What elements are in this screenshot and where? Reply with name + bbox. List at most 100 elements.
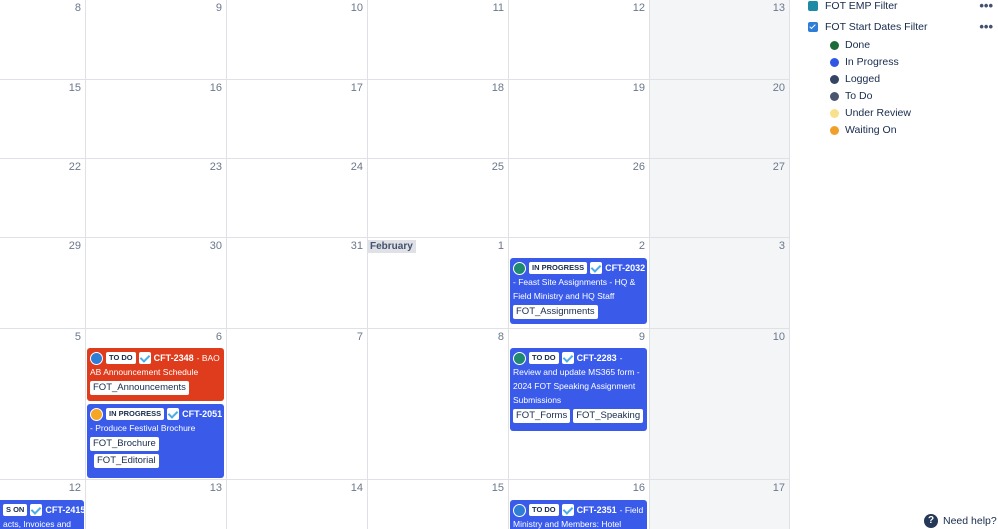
day-cell[interactable]: 26 bbox=[509, 159, 650, 238]
need-help-button[interactable]: ? Need help? bbox=[924, 514, 997, 528]
day-cell[interactable]: 24 bbox=[227, 159, 368, 238]
day-cell[interactable]: 27 bbox=[650, 159, 790, 238]
day-cell[interactable]: 18 bbox=[368, 80, 509, 159]
issue-key[interactable]: CFT-2348 bbox=[154, 351, 194, 365]
day-cell[interactable]: 17 bbox=[227, 80, 368, 159]
event-title: Ministry and Members: Hotel bbox=[513, 519, 622, 529]
filter-item-fot-emp[interactable]: FOT EMP Filter ••• bbox=[808, 0, 993, 13]
day-cell[interactable]: 3 bbox=[650, 238, 790, 329]
day-cell[interactable]: 8 bbox=[0, 0, 86, 80]
day-cell[interactable]: 15 bbox=[0, 80, 86, 159]
day-cell[interactable]: 10 bbox=[227, 0, 368, 80]
day-number: 5 bbox=[74, 331, 81, 343]
help-label: Need help? bbox=[943, 515, 997, 527]
filter-checkbox[interactable] bbox=[808, 21, 818, 32]
day-number: 31 bbox=[350, 240, 363, 252]
day-number: 9 bbox=[638, 331, 645, 343]
more-actions-icon[interactable]: ••• bbox=[979, 19, 993, 34]
status-badge: TO DO bbox=[529, 352, 559, 364]
day-cell[interactable]: 11 bbox=[368, 0, 509, 80]
day-number: 9 bbox=[215, 2, 222, 14]
status-badge: IN PROGRESS bbox=[106, 408, 165, 420]
day-cell[interactable]: 23 bbox=[86, 159, 227, 238]
event-title-inline: - bbox=[619, 353, 623, 363]
day-number: 15 bbox=[68, 82, 81, 94]
legend-item-done: Done bbox=[830, 39, 870, 51]
calendar-grid: 8 9 10 11 12 13 15 16 17 18 19 20 22 23 … bbox=[0, 0, 790, 529]
day-number: 24 bbox=[350, 161, 363, 173]
day-cell[interactable]: 7 bbox=[227, 329, 368, 480]
month-label: February bbox=[367, 240, 416, 253]
legend-label: In Progress bbox=[845, 56, 899, 68]
day-cell[interactable]: 20 bbox=[650, 80, 790, 159]
event-title: - Produce Festival Brochure bbox=[90, 423, 196, 433]
event-card[interactable]: TO DO CFT-2348 - BAO AB Announcement Sch… bbox=[87, 348, 224, 401]
issue-key[interactable]: CFT-2032 bbox=[605, 261, 645, 275]
task-type-icon bbox=[561, 352, 574, 364]
day-cell[interactable]: 30 bbox=[86, 238, 227, 329]
day-number: 2 bbox=[638, 240, 645, 252]
status-dot-icon bbox=[830, 108, 839, 118]
event-title: Review and update MS365 form - 2024 FOT … bbox=[513, 367, 640, 405]
day-number: 6 bbox=[215, 331, 222, 343]
legend-label: Waiting On bbox=[845, 124, 897, 136]
filter-color-swatch[interactable] bbox=[808, 0, 818, 11]
issue-key[interactable]: CFT-2351 bbox=[577, 503, 617, 517]
event-card[interactable]: IN PROGRESS CFT-2032 - Feast Site Assign… bbox=[510, 258, 647, 324]
event-card[interactable]: IN PROGRESS CFT-2051 - Produce Festival … bbox=[87, 404, 224, 478]
event-title-inline: - Field bbox=[619, 505, 644, 515]
event-card[interactable]: S ON CFT-2415 - acts, Invoices and bbox=[0, 500, 84, 529]
day-cell[interactable]: 16 bbox=[86, 80, 227, 159]
legend-item-waiting-on: Waiting On bbox=[830, 124, 897, 136]
day-number: 3 bbox=[778, 240, 785, 252]
legend-label: To Do bbox=[845, 90, 873, 102]
legend-item-under-review: Under Review bbox=[830, 107, 911, 119]
event-title: AB Announcement Schedule bbox=[90, 367, 199, 377]
issue-key[interactable]: CFT-2283 bbox=[577, 351, 617, 365]
day-cell[interactable]: 29 bbox=[0, 238, 86, 329]
day-cell[interactable]: 13 bbox=[650, 0, 790, 80]
day-number: 22 bbox=[68, 161, 81, 173]
event-title: - Feast Site Assignments - HQ & Field Mi… bbox=[513, 277, 636, 301]
day-number: 16 bbox=[209, 82, 222, 94]
day-cell[interactable]: 12 bbox=[509, 0, 650, 80]
day-cell[interactable]: 15 bbox=[368, 480, 509, 529]
day-cell[interactable]: 5 bbox=[0, 329, 86, 480]
status-dot-icon bbox=[830, 40, 839, 50]
filter-name: FOT EMP Filter bbox=[825, 0, 898, 12]
issue-label: FOT_Speaking bbox=[573, 409, 644, 423]
issue-key[interactable]: CFT-2415 bbox=[45, 503, 84, 517]
assignee-avatar bbox=[513, 351, 526, 365]
day-cell[interactable]: 31 bbox=[227, 238, 368, 329]
legend-label: Done bbox=[845, 39, 871, 51]
more-actions-icon[interactable]: ••• bbox=[979, 0, 993, 13]
status-badge: TO DO bbox=[106, 352, 136, 364]
legend-item-logged: Logged bbox=[830, 73, 880, 85]
task-type-icon bbox=[138, 352, 151, 364]
day-cell[interactable]: 10 bbox=[650, 329, 790, 480]
day-cell[interactable]: 8 bbox=[368, 329, 509, 480]
day-cell[interactable]: 22 bbox=[0, 159, 86, 238]
day-number: 18 bbox=[491, 82, 504, 94]
issue-label: FOT_Brochure bbox=[90, 437, 159, 451]
assignee-avatar bbox=[513, 261, 526, 275]
day-cell[interactable]: 14 bbox=[227, 480, 368, 529]
day-number: 12 bbox=[632, 2, 645, 14]
legend-item-in-progress: In Progress bbox=[830, 56, 899, 68]
day-cell[interactable]: 17 bbox=[650, 480, 790, 529]
status-badge: IN PROGRESS bbox=[529, 262, 588, 274]
day-cell[interactable]: 19 bbox=[509, 80, 650, 159]
event-title: acts, Invoices and bbox=[3, 519, 72, 529]
event-card[interactable]: TO DO CFT-2351 - Field Ministry and Memb… bbox=[510, 500, 647, 529]
issue-key[interactable]: CFT-2051 bbox=[182, 407, 222, 421]
day-cell[interactable]: 25 bbox=[368, 159, 509, 238]
assignee-avatar bbox=[90, 351, 103, 365]
event-card[interactable]: TO DO CFT-2283 - Review and update MS365… bbox=[510, 348, 647, 431]
day-number: 19 bbox=[632, 82, 645, 94]
day-cell[interactable]: 9 bbox=[86, 0, 227, 80]
event-title-inline: - BAO bbox=[196, 353, 220, 363]
legend-label: Logged bbox=[845, 73, 881, 85]
day-cell[interactable]: 13 bbox=[86, 480, 227, 529]
status-badge: S ON bbox=[3, 504, 28, 516]
filter-item-fot-start-dates[interactable]: FOT Start Dates Filter ••• bbox=[808, 19, 993, 34]
